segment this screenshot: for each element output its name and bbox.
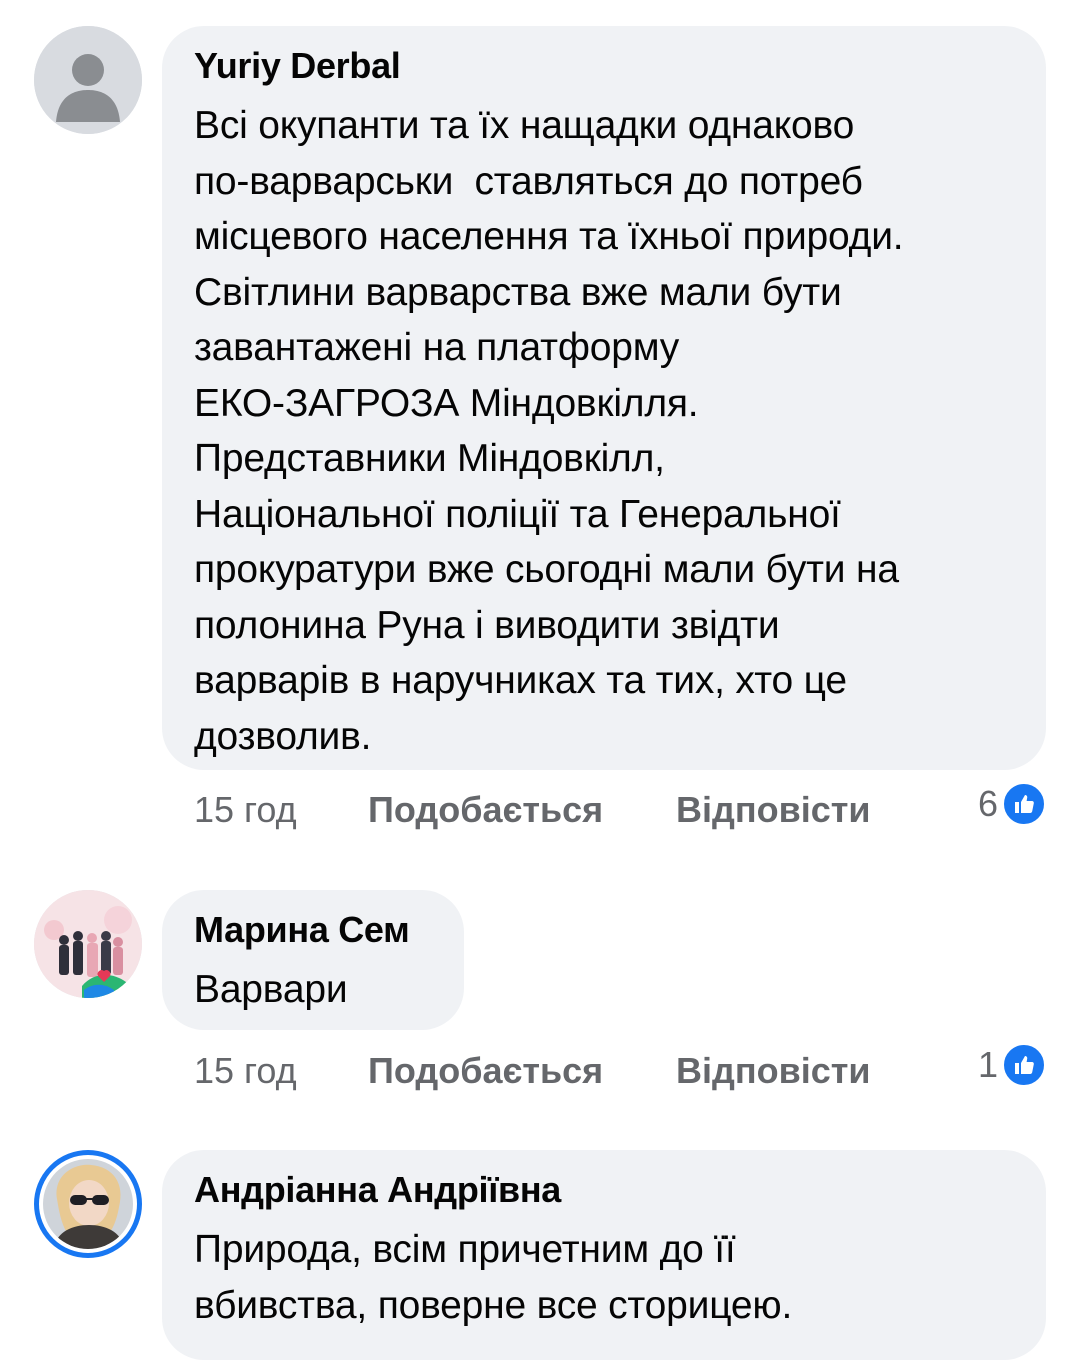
like-thumbs-up-icon xyxy=(1002,782,1046,826)
comment-text: Варвари xyxy=(194,968,348,1011)
reaction-count: 1 xyxy=(977,1044,998,1085)
comment-author[interactable]: Yuriy Derbal xyxy=(194,44,1012,88)
reaction-count: 6 xyxy=(977,783,998,824)
comment-author[interactable]: Марина Сем xyxy=(194,908,430,952)
avatar[interactable] xyxy=(34,26,142,134)
comment-actions: 15 год Подобається Відповісти 1 xyxy=(194,1043,1046,1099)
comment-bubble: Yuriy Derbal Всі окупанти та їх нащадки … xyxy=(162,26,1046,770)
reply-button[interactable]: Відповісти xyxy=(676,1043,871,1099)
avatar[interactable] xyxy=(34,890,142,998)
comment-bubble: Андріанна Андріївна Природа, всім причет… xyxy=(162,1150,1046,1360)
like-thumbs-up-icon xyxy=(1002,1043,1046,1087)
comment-author[interactable]: Андріанна Андріївна xyxy=(194,1168,1012,1212)
profile-photo-icon xyxy=(43,1159,133,1249)
profile-photo-icon xyxy=(34,890,142,998)
reply-button[interactable]: Відповісти xyxy=(676,782,871,838)
comment-time[interactable]: 15 год xyxy=(194,1043,297,1099)
comment-text: Природа, всім причетним до її вбивства, … xyxy=(194,1228,793,1327)
user-silhouette-icon xyxy=(34,26,142,134)
avatar-with-story-ring[interactable] xyxy=(34,1150,142,1258)
comment-bubble: Марина Сем Варвари xyxy=(162,890,464,1030)
comment-text: Всі окупанти та їх нащадки однаково по-в… xyxy=(194,104,904,758)
reaction-summary[interactable]: 6 xyxy=(978,782,1046,826)
comment-time[interactable]: 15 год xyxy=(194,782,297,838)
reaction-summary[interactable]: 1 xyxy=(978,1043,1046,1087)
like-button[interactable]: Подобається xyxy=(368,1043,603,1099)
comment-actions: 15 год Подобається Відповісти 6 xyxy=(194,782,1046,838)
like-button[interactable]: Подобається xyxy=(368,782,603,838)
